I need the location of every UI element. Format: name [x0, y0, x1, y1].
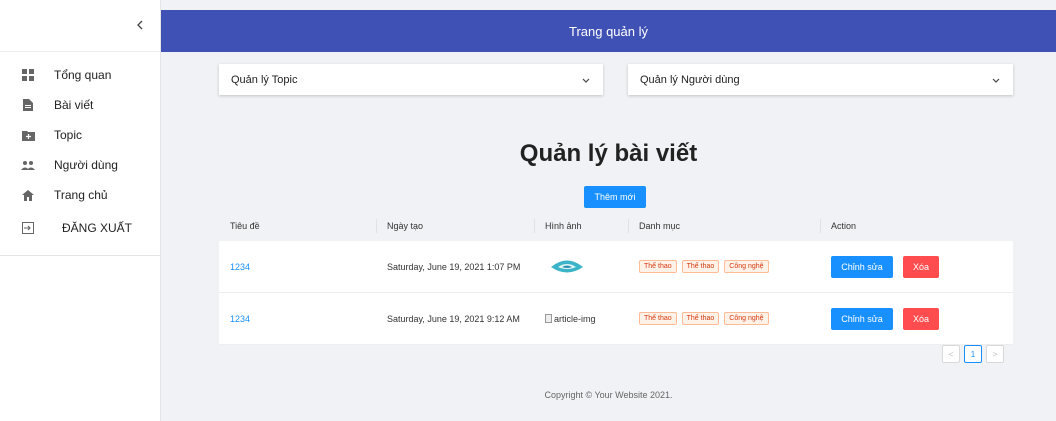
sidebar-item-label: Bài viết	[54, 98, 94, 112]
logout-icon	[21, 221, 35, 235]
category-tag: Công nghệ	[724, 260, 769, 273]
column-header-category[interactable]: Danh mục	[628, 211, 820, 241]
top-strip	[161, 0, 1056, 10]
created-date: Saturday, June 19, 2021 1:07 PM	[387, 261, 521, 272]
category-tag: Thể thao	[639, 312, 677, 325]
post-title-link[interactable]: 1234	[230, 262, 250, 272]
dropdown-label: Quản lý Người dùng	[640, 73, 740, 86]
user-manager-dropdown[interactable]: Quản lý Người dùng	[628, 64, 1013, 95]
category-tag: Thể thao	[681, 312, 720, 325]
sidebar-item-label: Topic	[54, 128, 83, 142]
team-icon	[21, 158, 35, 172]
category-tag: Công nghệ	[724, 312, 769, 325]
add-new-button[interactable]: Thêm mới	[584, 186, 646, 208]
file-icon	[21, 98, 35, 112]
delete-button[interactable]: Xóa	[903, 307, 939, 330]
category-tag: Thể thao	[639, 260, 677, 273]
footer-copyright: Copyright © Your Website 2021.	[544, 390, 673, 400]
folder-add-icon	[21, 128, 35, 142]
delete-button[interactable]: Xóa	[903, 255, 939, 278]
created-date: Saturday, June 19, 2021 9:12 AM	[387, 313, 520, 324]
column-header-created[interactable]: Ngày tạo	[376, 211, 534, 241]
dropdown-label: Quản lý Topic	[231, 73, 298, 86]
article-thumbnail-logo	[550, 258, 584, 276]
pagination: < 1 >	[942, 345, 1004, 363]
chevron-down-icon	[991, 75, 1001, 85]
sidebar-item-label: ĐĂNG XUẤT	[62, 221, 133, 235]
sidebar-menu: Tổng quan Bài viết Topic Người dùng Tran…	[0, 52, 160, 256]
sidebar-item-label: Người dùng	[54, 158, 118, 172]
sidebar-item-posts[interactable]: Bài viết	[0, 90, 160, 120]
category-tag: Thể thao	[681, 260, 720, 273]
broken-image: article-img	[545, 314, 596, 324]
posts-table: Tiêu đề Ngày tạo Hình ảnh Danh mục Actio…	[219, 211, 1013, 345]
pagination-next-button[interactable]: >	[986, 345, 1004, 363]
post-title-link[interactable]: 1234	[230, 314, 250, 324]
chevron-down-icon	[581, 75, 591, 85]
page-title: Quản lý bài viết	[519, 140, 698, 167]
dashboard-icon	[21, 68, 35, 82]
sidebar-item-logout[interactable]: ĐĂNG XUẤT	[0, 213, 160, 243]
table-row: 1234 Saturday, June 19, 2021 1:07 PM Thể…	[219, 241, 1013, 293]
sidebar-item-label: Tổng quan	[54, 68, 112, 82]
pagination-prev-button[interactable]: <	[942, 345, 960, 363]
broken-image-icon	[545, 314, 552, 323]
sidebar-item-topic[interactable]: Topic	[0, 120, 160, 150]
column-header-image[interactable]: Hình ảnh	[534, 211, 628, 241]
page-header-title: Trang quản lý	[568, 23, 648, 39]
home-icon	[21, 188, 35, 202]
chevron-left-icon	[136, 18, 144, 33]
edit-button[interactable]: Chỉnh sửa	[831, 307, 893, 330]
table-header: Tiêu đề Ngày tạo Hình ảnh Danh mục Actio…	[219, 211, 1013, 241]
sidebar-item-users[interactable]: Người dùng	[0, 150, 160, 180]
column-header-title[interactable]: Tiêu đề	[219, 211, 376, 241]
sidebar-item-overview[interactable]: Tổng quan	[0, 60, 160, 90]
topic-manager-dropdown[interactable]: Quản lý Topic	[219, 64, 603, 95]
sidebar: Tổng quan Bài viết Topic Người dùng Tran…	[0, 0, 161, 421]
edit-button[interactable]: Chỉnh sửa	[831, 255, 893, 278]
sidebar-item-home[interactable]: Trang chủ	[0, 180, 160, 210]
sidebar-collapse-button[interactable]	[0, 0, 160, 52]
pagination-page-1[interactable]: 1	[964, 345, 982, 363]
header-bar: Trang quản lý	[161, 10, 1056, 52]
sidebar-item-label: Trang chủ	[54, 188, 108, 202]
column-header-action[interactable]: Action	[820, 211, 1013, 241]
image-alt-text: article-img	[554, 313, 596, 324]
table-row: 1234 Saturday, June 19, 2021 9:12 AM art…	[219, 293, 1013, 345]
